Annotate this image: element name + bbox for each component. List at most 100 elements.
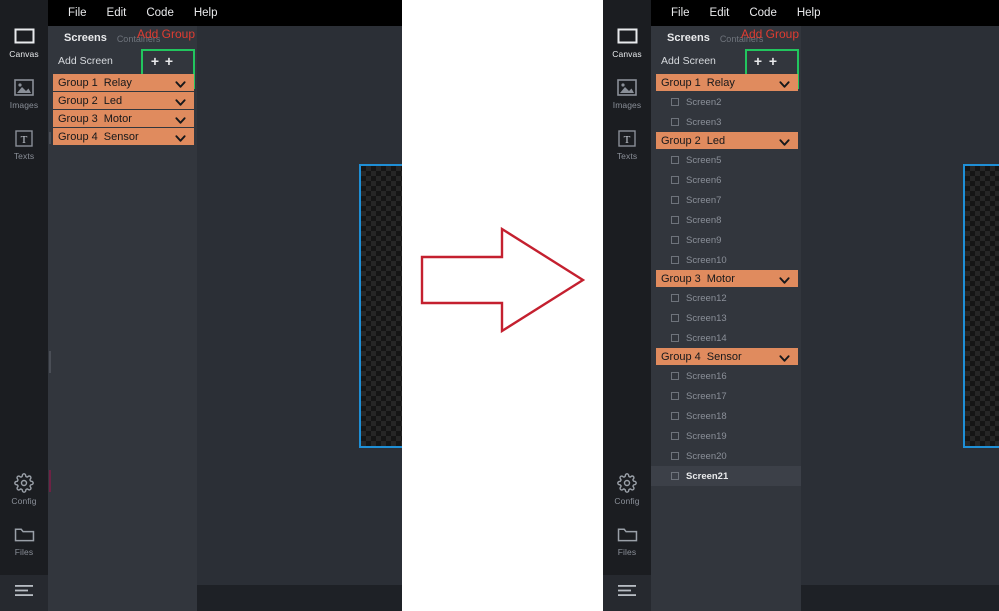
sidebar-label-texts: Texts [13,151,35,161]
menu-item-code[interactable]: Code [136,0,184,26]
screen-checkbox[interactable] [671,98,679,106]
screen-list-item[interactable]: Screen9 [651,230,801,250]
gear-icon [13,473,35,493]
screen-list-item[interactable]: Screen21 [651,466,801,486]
screen-list-item[interactable]: Screen16 [651,366,801,386]
screen-checkbox[interactable] [671,372,679,380]
screen-list-item[interactable]: Screen14 [651,328,801,348]
tab-screens[interactable]: Screens [651,32,710,44]
add-group-button[interactable]: + [161,53,177,69]
sidebar-item-canvas[interactable]: Canvas [0,26,48,59]
group-header[interactable]: Group 3 Motor [53,110,194,127]
menu-item-file[interactable]: File [661,0,700,26]
text-t-icon: T [616,128,638,148]
panel-scroll-thumb[interactable] [49,351,51,373]
sidebar-item-images[interactable]: Images [0,77,48,110]
sidebar-item-config[interactable]: Config [603,473,651,506]
chevron-down-icon[interactable] [175,131,186,142]
screen-checkbox[interactable] [671,392,679,400]
sidebar-label-files: Files [617,547,637,557]
sidebar-item-texts[interactable]: T Texts [0,128,48,161]
canvas-screen-rect[interactable] [359,164,402,448]
screen-label: Screen12 [686,292,727,304]
screen-list-item[interactable]: Screen17 [651,386,801,406]
panel-selection-hint [49,470,51,492]
sidebar-item-config[interactable]: Config [0,473,48,506]
sidebar-label-images: Images [9,100,39,110]
group-name: Relay [706,76,735,89]
chevron-down-icon[interactable] [779,273,790,284]
sidebar-item-canvas[interactable]: Canvas [603,26,651,59]
screen-checkbox[interactable] [671,256,679,264]
screen-list-item[interactable]: Screen18 [651,406,801,426]
screen-checkbox[interactable] [671,294,679,302]
panel-edge-mark [49,132,51,144]
annotation-gap [402,0,603,611]
hamburger-menu-button[interactable] [0,575,48,611]
screen-checkbox[interactable] [671,156,679,164]
screen-list-item[interactable]: Screen13 [651,308,801,328]
group-header[interactable]: Group 4 Sensor [656,348,798,365]
menu-item-code[interactable]: Code [739,0,787,26]
screen-checkbox[interactable] [671,314,679,322]
screen-checkbox[interactable] [671,412,679,420]
add-group-button[interactable]: + [765,53,781,69]
screen-list-item[interactable]: Screen2 [651,92,801,112]
menu-item-file[interactable]: File [58,0,97,26]
screen-checkbox[interactable] [671,236,679,244]
screen-list-item[interactable]: Screen20 [651,446,801,466]
canvas-area-before[interactable] [197,26,402,585]
chevron-down-icon[interactable] [779,351,790,362]
screen-list-item[interactable]: Screen6 [651,170,801,190]
screen-checkbox[interactable] [671,432,679,440]
canvas-rectangle-icon [13,26,35,46]
group-header[interactable]: Group 4 Sensor [53,128,194,145]
screen-checkbox[interactable] [671,472,679,480]
svg-text:T: T [624,134,631,146]
right-arrow-annotation [420,226,585,334]
screen-list-item[interactable]: Screen10 [651,250,801,270]
sidebar-item-images[interactable]: Images [603,77,651,110]
chevron-down-icon[interactable] [779,135,790,146]
group-name: Led [706,134,726,147]
add-screen-button[interactable]: + [750,53,766,69]
screen-checkbox[interactable] [671,196,679,204]
screen-checkbox[interactable] [671,334,679,342]
group-header[interactable]: Group 1 Relay [53,74,194,91]
sidebar-item-files[interactable]: Files [0,524,48,557]
group-header[interactable]: Group 2 Led [53,92,194,109]
menu-item-help[interactable]: Help [787,0,831,26]
screens-tabs: Screens Containers Add Group [651,26,801,50]
screen-list-item[interactable]: Screen19 [651,426,801,446]
chevron-down-icon[interactable] [779,77,790,88]
chevron-down-icon[interactable] [175,95,186,106]
screen-list-item[interactable]: Screen5 [651,150,801,170]
screen-list-item[interactable]: Screen3 [651,112,801,132]
chevron-down-icon[interactable] [175,113,186,124]
screen-checkbox[interactable] [671,216,679,224]
activity-bar-top-group: Canvas Images T Texts [603,0,651,179]
chevron-down-icon[interactable] [175,77,186,88]
group-header[interactable]: Group 2 Led [656,132,798,149]
screen-checkbox[interactable] [671,452,679,460]
activity-bar: Canvas Images T Texts Config Files [603,0,651,611]
canvas-area-after[interactable] [801,26,999,585]
menu-item-edit[interactable]: Edit [97,0,137,26]
screen-list-item[interactable]: Screen8 [651,210,801,230]
group-name: Relay [103,76,132,89]
tab-screens[interactable]: Screens [48,32,107,44]
activity-bar-bottom-group: Config Files [0,473,48,611]
sidebar-item-texts[interactable]: T Texts [603,128,651,161]
add-row: Add Screen + + [48,49,197,89]
screen-checkbox[interactable] [671,176,679,184]
hamburger-menu-button[interactable] [603,575,651,611]
canvas-screen-rect[interactable] [963,164,999,448]
group-header[interactable]: Group 3 Motor [656,270,798,287]
sidebar-item-files[interactable]: Files [603,524,651,557]
menu-item-edit[interactable]: Edit [700,0,740,26]
screen-list-item[interactable]: Screen7 [651,190,801,210]
screen-list-item[interactable]: Screen12 [651,288,801,308]
group-header[interactable]: Group 1 Relay [656,74,798,91]
screen-checkbox[interactable] [671,118,679,126]
menu-item-help[interactable]: Help [184,0,228,26]
